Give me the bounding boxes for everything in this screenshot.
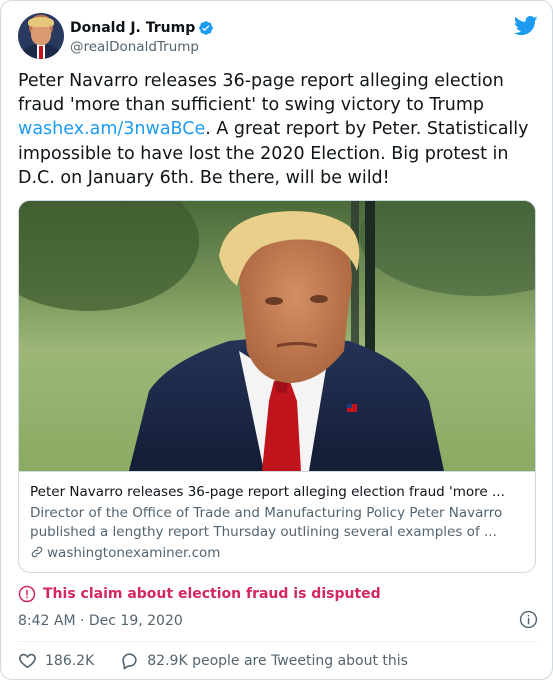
author-block: Donald J. Trump @realDonaldTrump (70, 17, 214, 56)
exclamation-circle-icon (18, 585, 36, 602)
info-icon[interactable] (519, 610, 538, 629)
speech-bubble-icon (122, 652, 137, 670)
tweet-link[interactable]: washex.am/3nwaBCe (18, 119, 205, 139)
action-bar: 186.2K 82.9K people are Tweeting about th… (18, 650, 408, 672)
author-name[interactable]: Donald J. Trump (70, 19, 195, 37)
link-chain-icon (31, 546, 43, 558)
verified-badge-icon (199, 20, 214, 35)
link-title[interactable]: Peter Navarro releases 36-page report al… (30, 483, 526, 502)
link-domain[interactable]: washingtonexaminer.com (30, 544, 526, 563)
tweet-text-before: Peter Navarro releases 36-page report al… (18, 71, 504, 116)
twitter-bird-icon[interactable] (514, 16, 538, 36)
article-photo[interactable] (19, 201, 535, 471)
tweet-card: Donald J. Trump @realDonaldTrump Peter N… (0, 0, 553, 680)
link-preview-card[interactable]: Peter Navarro releases 36-page report al… (18, 200, 536, 573)
tweet-text: Peter Navarro releases 36-page report al… (18, 69, 538, 190)
disputed-text: This claim about election fraud is dispu… (43, 585, 381, 602)
link-description: Director of the Office of Trade and Manu… (30, 505, 503, 540)
timestamp[interactable]: 8:42 AM · Dec 19, 2020 (18, 613, 183, 629)
meta-row: 8:42 AM · Dec 19, 2020 (18, 610, 538, 630)
author-handle[interactable]: @realDonaldTrump (70, 38, 214, 56)
tweet-header: Donald J. Trump @realDonaldTrump (18, 13, 538, 59)
like-button[interactable]: 186.2K (18, 650, 94, 672)
heart-icon (19, 653, 36, 668)
tweeting-count: 82.9K people are Tweeting about this (147, 653, 408, 669)
like-count: 186.2K (45, 653, 95, 669)
tweeting-button[interactable]: 82.9K people are Tweeting about this (120, 650, 408, 672)
link-domain-text: washingtonexaminer.com (47, 545, 221, 561)
divider (18, 641, 537, 642)
link-meta: Peter Navarro releases 36-page report al… (19, 471, 535, 572)
avatar[interactable] (18, 13, 64, 59)
disputed-label[interactable]: This claim about election fraud is dispu… (18, 583, 381, 603)
